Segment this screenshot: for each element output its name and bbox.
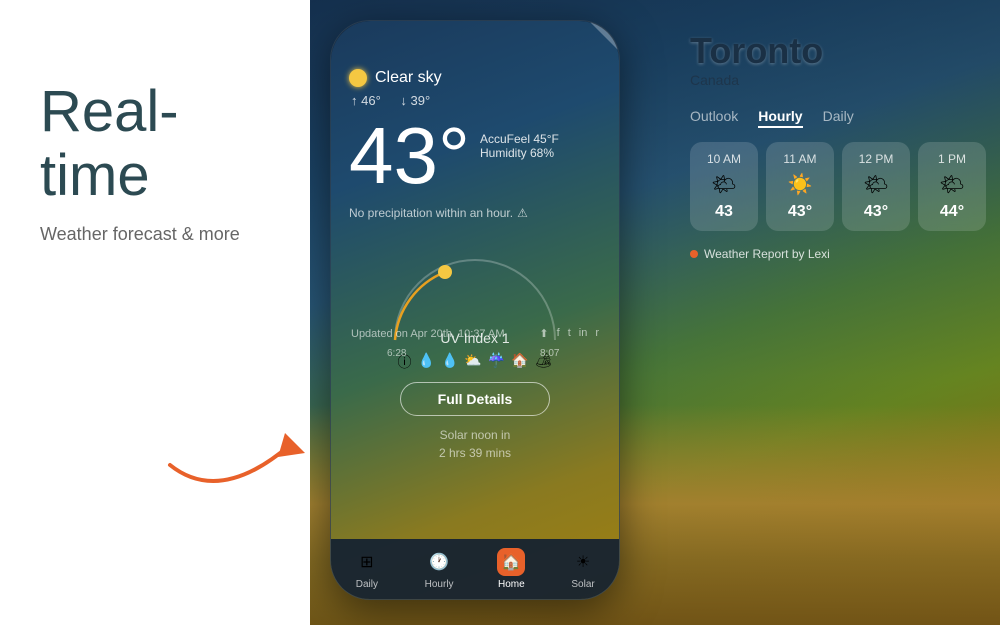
hourly-time-1: 11 AM: [778, 152, 822, 166]
hourly-temp-2: 43°: [854, 203, 898, 221]
uv-section: 6:28 8:07 UV Index 1 ⓘ 💧 💧 ⛅ ☔ 🏠 🏕: [349, 240, 601, 400]
tab-solar[interactable]: ☀ Solar: [569, 548, 597, 590]
phone-content: Clear sky ↑ 46° ↓ 39° 43° AccuFeel 45°F …: [331, 21, 619, 400]
hourly-card-1[interactable]: 11 AM ☀️ 43°: [766, 142, 834, 231]
sun-icon: [349, 69, 367, 87]
hourly-time-3: 1 PM: [930, 152, 974, 166]
svg-text:8:07: 8:07: [540, 348, 560, 359]
sun-arc: 6:28 8:07: [375, 240, 575, 340]
hourly-tab-icon: 🕐: [425, 548, 453, 576]
accufeel: AccuFeel 45°F: [480, 132, 559, 146]
hourly-temp-3: 44°: [930, 203, 974, 221]
condition-row: Clear sky: [349, 69, 601, 87]
hourly-icon-0: 🌤: [702, 172, 746, 197]
hourly-icon-3: 🌤: [930, 172, 974, 197]
sun-arc-svg: 6:28 8:07: [375, 240, 575, 360]
facebook-icon[interactable]: f: [557, 327, 560, 340]
report-text: Weather Report by Lexi: [704, 247, 830, 261]
high-temp: ↑ 46°: [351, 93, 389, 108]
updated-row: Updated on Apr 20th, 10:37 AM ⬆ f t in r: [351, 327, 599, 340]
share-icon[interactable]: ⬆: [539, 327, 548, 340]
twitter-icon[interactable]: t: [568, 327, 571, 340]
big-temperature: 43°: [349, 116, 470, 196]
hourly-temp-1: 43°: [778, 203, 822, 221]
hourly-cards: 10 AM 🌤 43 11 AM ☀️ 43° 12 PM 🌤 43° 1 PM…: [690, 142, 980, 231]
tab-outlook[interactable]: Outlook: [690, 108, 738, 128]
no-precip-text: No precipitation within an hour.: [349, 206, 513, 220]
condition-text: Clear sky: [375, 69, 442, 87]
reddit-icon[interactable]: r: [595, 327, 599, 340]
outlook-tabs: Outlook Hourly Daily: [690, 108, 980, 128]
temp-range: ↑ 46° ↓ 39°: [349, 93, 601, 108]
phone-mockup: Clear sky ↑ 46° ↓ 39° 43° AccuFeel 45°F …: [330, 20, 620, 600]
hourly-card-0[interactable]: 10 AM 🌤 43: [690, 142, 758, 231]
tab-daily[interactable]: ⊞ Daily: [353, 548, 381, 590]
tab-bar: ⊞ Daily 🕐 Hourly 🏠 Home ☀ Solar: [331, 539, 619, 599]
hourly-icon-2: 🌤: [854, 172, 898, 197]
updated-text: Updated on Apr 20th, 10:37 AM: [351, 328, 505, 340]
country-name: Canada: [690, 72, 980, 88]
hourly-icon-1: ☀️: [778, 172, 822, 197]
daily-tab-label: Daily: [356, 579, 378, 590]
temp-container: 43° AccuFeel 45°F Humidity 68%: [349, 112, 601, 198]
home-tab-label: Home: [498, 579, 525, 590]
weather-report: Weather Report by Lexi: [690, 247, 980, 261]
arrow-container: [160, 385, 320, 505]
solar-noon: Solar noon in 2 hrs 39 mins: [349, 426, 601, 462]
hourly-time-2: 12 PM: [854, 152, 898, 166]
full-details-button[interactable]: Full Details: [400, 382, 550, 416]
report-dot: [690, 250, 698, 258]
city-name: Toronto: [690, 30, 980, 72]
left-panel: Real-time Weather forecast & more: [0, 0, 310, 625]
hourly-temp-0: 43: [702, 203, 746, 221]
tab-daily-outlook[interactable]: Daily: [823, 108, 854, 128]
linkedin-icon[interactable]: in: [579, 327, 588, 340]
low-temp: ↓ 39°: [400, 93, 438, 108]
solar-tab-label: Solar: [571, 579, 594, 590]
right-panel: Clear sky ↑ 46° ↓ 39° 43° AccuFeel 45°F …: [310, 0, 1000, 625]
hourly-card-3[interactable]: 1 PM 🌤 44°: [918, 142, 986, 231]
feels-humidity: AccuFeel 45°F Humidity 68%: [480, 132, 559, 160]
toronto-panel: Toronto Canada Outlook Hourly Daily 10 A…: [690, 30, 980, 261]
headline: Real-time: [40, 80, 280, 208]
hourly-time-0: 10 AM: [702, 152, 746, 166]
hourly-card-2[interactable]: 12 PM 🌤 43°: [842, 142, 910, 231]
subheadline: Weather forecast & more: [40, 224, 280, 245]
home-tab-icon: 🏠: [497, 548, 525, 576]
warning-icon: ⚠: [517, 206, 528, 220]
tab-home[interactable]: 🏠 Home: [497, 548, 525, 590]
tab-hourly-outlook[interactable]: Hourly: [758, 108, 802, 128]
tab-hourly[interactable]: 🕐 Hourly: [425, 548, 454, 590]
humidity: Humidity 68%: [480, 146, 559, 160]
social-icons: ⬆ f t in r: [539, 327, 599, 340]
hourly-tab-label: Hourly: [425, 579, 454, 590]
solar-tab-icon: ☀: [569, 548, 597, 576]
svg-text:6:28: 6:28: [387, 348, 407, 359]
daily-tab-icon: ⊞: [353, 548, 381, 576]
no-precip: No precipitation within an hour. ⚠: [349, 206, 601, 220]
